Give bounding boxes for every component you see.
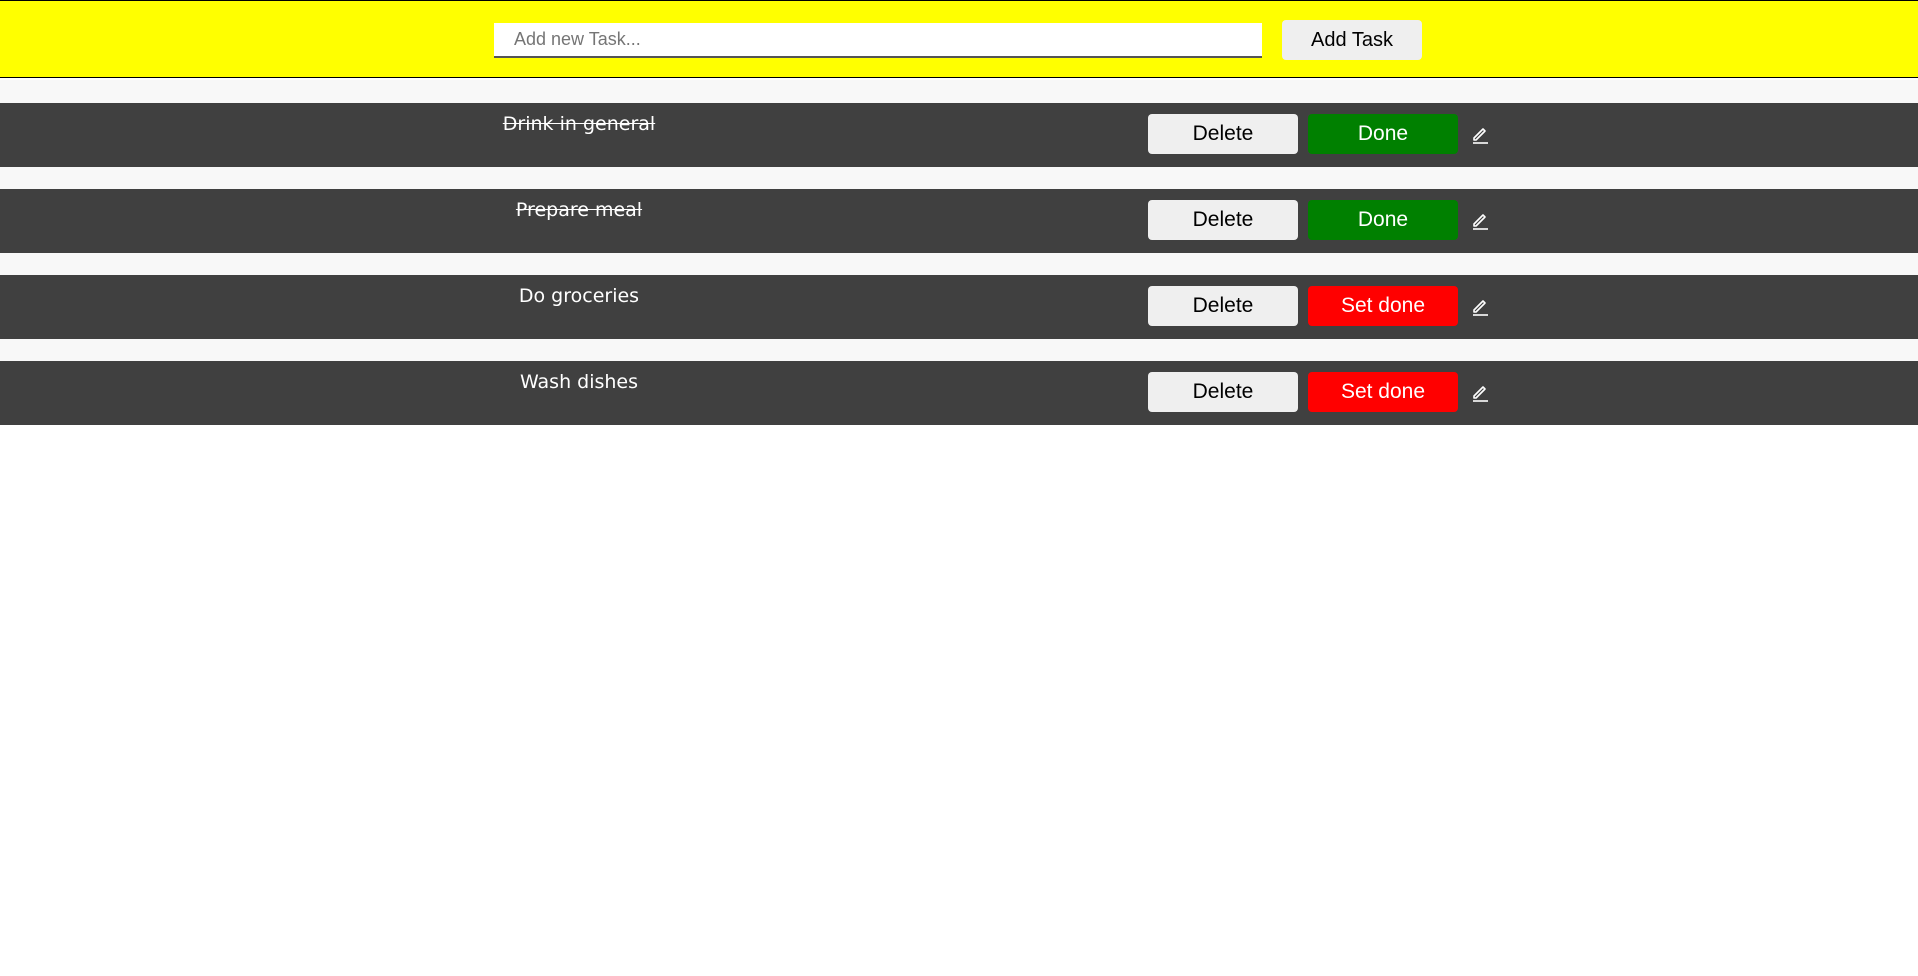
delete-button[interactable]: Delete	[1148, 286, 1298, 326]
pencil-icon[interactable]	[1470, 382, 1490, 402]
add-task-button[interactable]: Add Task	[1282, 20, 1422, 60]
done-button[interactable]: Done	[1308, 200, 1458, 240]
delete-button[interactable]: Delete	[1148, 372, 1298, 412]
pencil-icon[interactable]	[1470, 210, 1490, 230]
delete-button[interactable]: Delete	[1148, 114, 1298, 154]
new-task-input[interactable]	[494, 23, 1262, 58]
task-list: Drink in general Delete Done Prepare mea…	[0, 80, 1918, 425]
done-button[interactable]: Done	[1308, 114, 1458, 154]
task-label: Drink in general	[502, 113, 656, 135]
task-row: Do groceries Delete Set done	[0, 275, 1918, 339]
set-done-button[interactable]: Set done	[1308, 372, 1458, 412]
pencil-icon[interactable]	[1470, 124, 1490, 144]
task-row: Wash dishes Delete Set done	[0, 361, 1918, 425]
set-done-button[interactable]: Set done	[1308, 286, 1458, 326]
task-row: Prepare meal Delete Done	[0, 189, 1918, 253]
task-label: Do groceries	[518, 285, 640, 307]
task-label: Prepare meal	[515, 199, 643, 221]
task-header-bar: Add Task	[0, 0, 1918, 78]
delete-button[interactable]: Delete	[1148, 200, 1298, 240]
task-row: Drink in general Delete Done	[0, 103, 1918, 167]
task-label: Wash dishes	[519, 371, 639, 393]
pencil-icon[interactable]	[1470, 296, 1490, 316]
